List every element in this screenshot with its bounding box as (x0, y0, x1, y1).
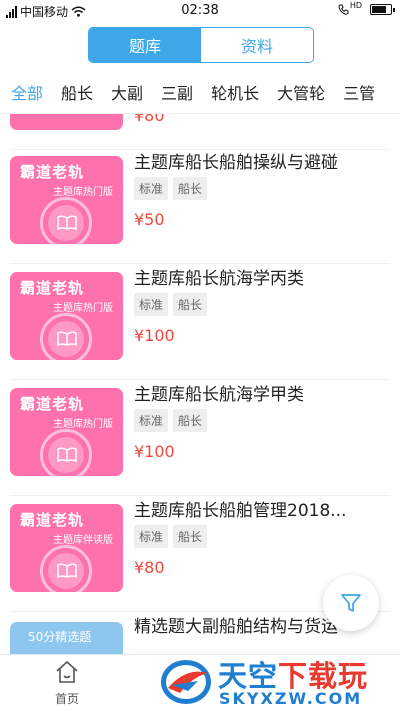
tag: 标准 (134, 177, 169, 200)
item-title: 主题库船长航海学丙类 (134, 269, 304, 289)
book-icon (40, 429, 92, 476)
category-tab-third-mate[interactable]: 三副 (161, 80, 193, 104)
category-tab-chief-mate[interactable]: 大副 (111, 80, 143, 104)
tag: 标准 (134, 525, 169, 548)
tab-question-bank[interactable]: 题库 (89, 28, 201, 62)
category-tabs: 全部 船长 大副 三副 轮机长 大管轮 三管 (0, 70, 400, 114)
thumbnail-subtitle: 主题库热门版 (53, 187, 113, 198)
thumbnail-title: 50分精选题 (28, 630, 92, 644)
course-thumbnail (10, 114, 123, 130)
category-tab-captain[interactable]: 船长 (61, 80, 93, 104)
category-tab-chief-engineer[interactable]: 轮机长 (211, 80, 259, 104)
book-icon (40, 313, 92, 360)
book-icon (40, 197, 92, 244)
hd-call-icon: HD (338, 1, 362, 15)
battery-icon (370, 4, 395, 15)
watermark-logo (161, 660, 211, 704)
list-item[interactable]: 霸道老轨 主题库热门版 主题库船长航海学甲类 标准 船长 ¥100 (0, 380, 400, 496)
item-price: ¥80 (134, 114, 165, 125)
item-title: 主题库船长航海学甲类 (134, 385, 304, 405)
item-tags: 标准 船长 (134, 293, 208, 316)
course-thumbnail: 霸道老轨 主题库热门版 (10, 156, 123, 244)
watermark: 天空下载玩 SKYXZW.COM (158, 651, 400, 711)
tab-materials[interactable]: 资料 (201, 28, 313, 62)
filter-button[interactable] (323, 575, 379, 631)
network-label: HD (349, 1, 362, 10)
item-price: ¥50 (134, 210, 165, 229)
list-item[interactable]: ¥80 (0, 114, 400, 150)
item-price: ¥80 (134, 558, 165, 577)
item-tags: 标准 船长 (134, 525, 208, 548)
tag: 船长 (173, 293, 208, 316)
item-price: ¥100 (134, 442, 175, 461)
thumbnail-title: 霸道老轨 (20, 511, 85, 529)
tag: 船长 (173, 409, 208, 432)
thumbnail-subtitle: 主题库热门版 (53, 303, 113, 314)
item-tags: 标准 船长 (134, 409, 208, 432)
watermark-title-blue: 天空 (218, 659, 279, 693)
course-list: ¥80 霸道老轨 主题库热门版 主题库船长船舶操纵与避碰 标准 船长 ¥50 霸… (0, 114, 400, 654)
thumbnail-title: 霸道老轨 (20, 395, 85, 413)
item-tags: 标准 船长 (134, 177, 208, 200)
category-tab-third-engineer[interactable]: 三管 (343, 80, 375, 104)
thumbnail-subtitle: 主题库热门版 (53, 419, 113, 430)
thumbnail-subtitle: 主题库伴读版 (53, 535, 113, 546)
thumbnail-title: 霸道老轨 (20, 163, 85, 181)
tag: 标准 (134, 409, 169, 432)
watermark-title-red: 下载玩 (278, 659, 369, 693)
status-bar: 中国移动 02:38 HD (0, 0, 400, 22)
course-thumbnail: 50分精选题 (10, 622, 123, 654)
tag: 标准 (134, 293, 169, 316)
list-item[interactable]: 霸道老轨 主题库热门版 主题库船长船舶操纵与避碰 标准 船长 ¥50 (0, 148, 400, 264)
course-thumbnail: 霸道老轨 主题库伴读版 (10, 504, 123, 592)
tag: 船长 (173, 525, 208, 548)
filter-icon (341, 594, 361, 612)
course-thumbnail: 霸道老轨 主题库热门版 (10, 272, 123, 360)
book-icon (40, 545, 92, 592)
tag: 船长 (173, 177, 208, 200)
nav-home-label: 首页 (54, 692, 79, 706)
thumbnail-title: 霸道老轨 (20, 279, 85, 297)
category-tab-second-engineer[interactable]: 大管轮 (277, 80, 325, 104)
home-icon (56, 661, 78, 683)
nav-home[interactable]: 首页 (42, 660, 92, 707)
course-thumbnail: 霸道老轨 主题库热门版 (10, 388, 123, 476)
item-price: ¥100 (134, 326, 175, 345)
item-title: 主题库船长船舶操纵与避碰 (134, 153, 338, 173)
list-item[interactable]: 霸道老轨 主题库热门版 主题库船长航海学丙类 标准 船长 ¥100 (0, 264, 400, 380)
segment-control: 题库 资料 (88, 27, 314, 63)
watermark-domain: SKYXZW.COM (219, 689, 363, 708)
item-title: 主题库船长船舶管理2018... (134, 501, 347, 521)
category-tab-all[interactable]: 全部 (11, 80, 43, 104)
status-right: HD (338, 1, 395, 15)
